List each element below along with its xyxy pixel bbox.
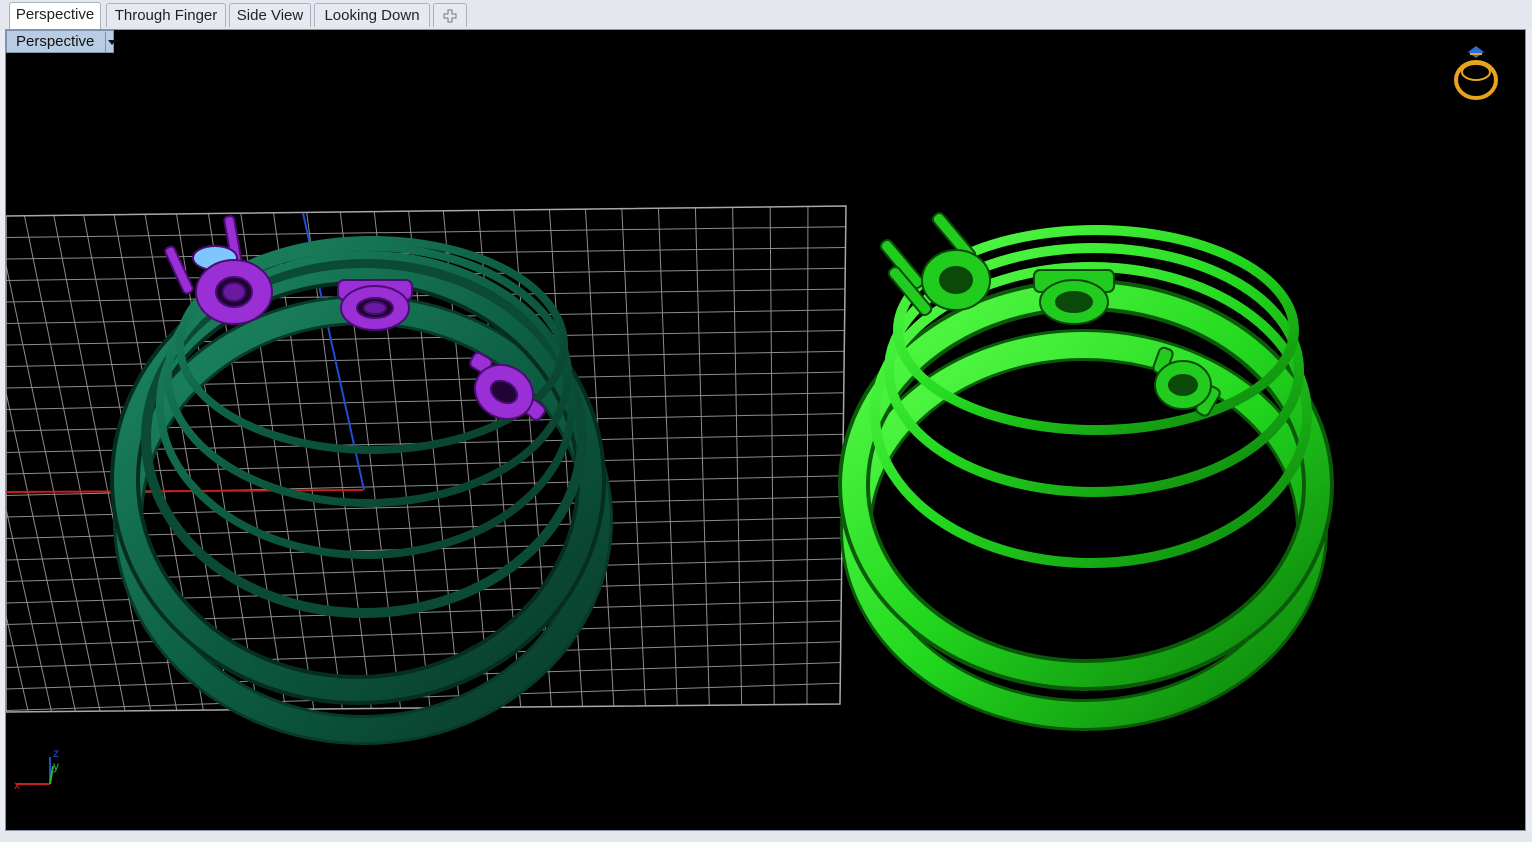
- setting-2-green[interactable]: [1033, 269, 1115, 325]
- axis-x-label: x: [14, 778, 20, 792]
- setting-1-green[interactable]: [879, 211, 991, 317]
- perspective-viewport[interactable]: x y z Perspective: [5, 29, 1526, 831]
- axis-z-label: z: [53, 746, 59, 760]
- grid-line: [6, 217, 79, 712]
- axis-gizmo: x y z: [14, 746, 59, 792]
- viewport-title-menu[interactable]: Perspective: [6, 30, 116, 53]
- chevron-down-icon[interactable]: [105, 32, 116, 52]
- scene-canvas[interactable]: x y z: [6, 30, 1526, 831]
- grid-line: [6, 620, 842, 647]
- tab-perspective[interactable]: Perspective: [9, 2, 101, 29]
- grid-line: [6, 350, 845, 367]
- grid-line: [6, 217, 33, 712]
- bottom-border: [0, 831, 1532, 842]
- grid-line: [6, 216, 104, 712]
- grid-line: [6, 226, 846, 238]
- add-tab-button[interactable]: [433, 3, 467, 27]
- x-axis-line: [6, 489, 364, 493]
- axis-y-label: y: [53, 759, 59, 773]
- viewport-title: Perspective: [16, 33, 95, 50]
- setting-2[interactable]: [337, 279, 413, 331]
- tab-through-finger[interactable]: Through Finger: [106, 3, 226, 27]
- plus-icon: [443, 9, 457, 23]
- ring-icon[interactable]: [1454, 46, 1498, 100]
- setting-1[interactable]: [164, 215, 273, 325]
- tab-side-view[interactable]: Side View: [229, 3, 311, 27]
- viewport-tab-strip: Perspective Through Finger Side View Loo…: [0, 0, 1532, 30]
- tab-looking-down[interactable]: Looking Down: [314, 3, 430, 27]
